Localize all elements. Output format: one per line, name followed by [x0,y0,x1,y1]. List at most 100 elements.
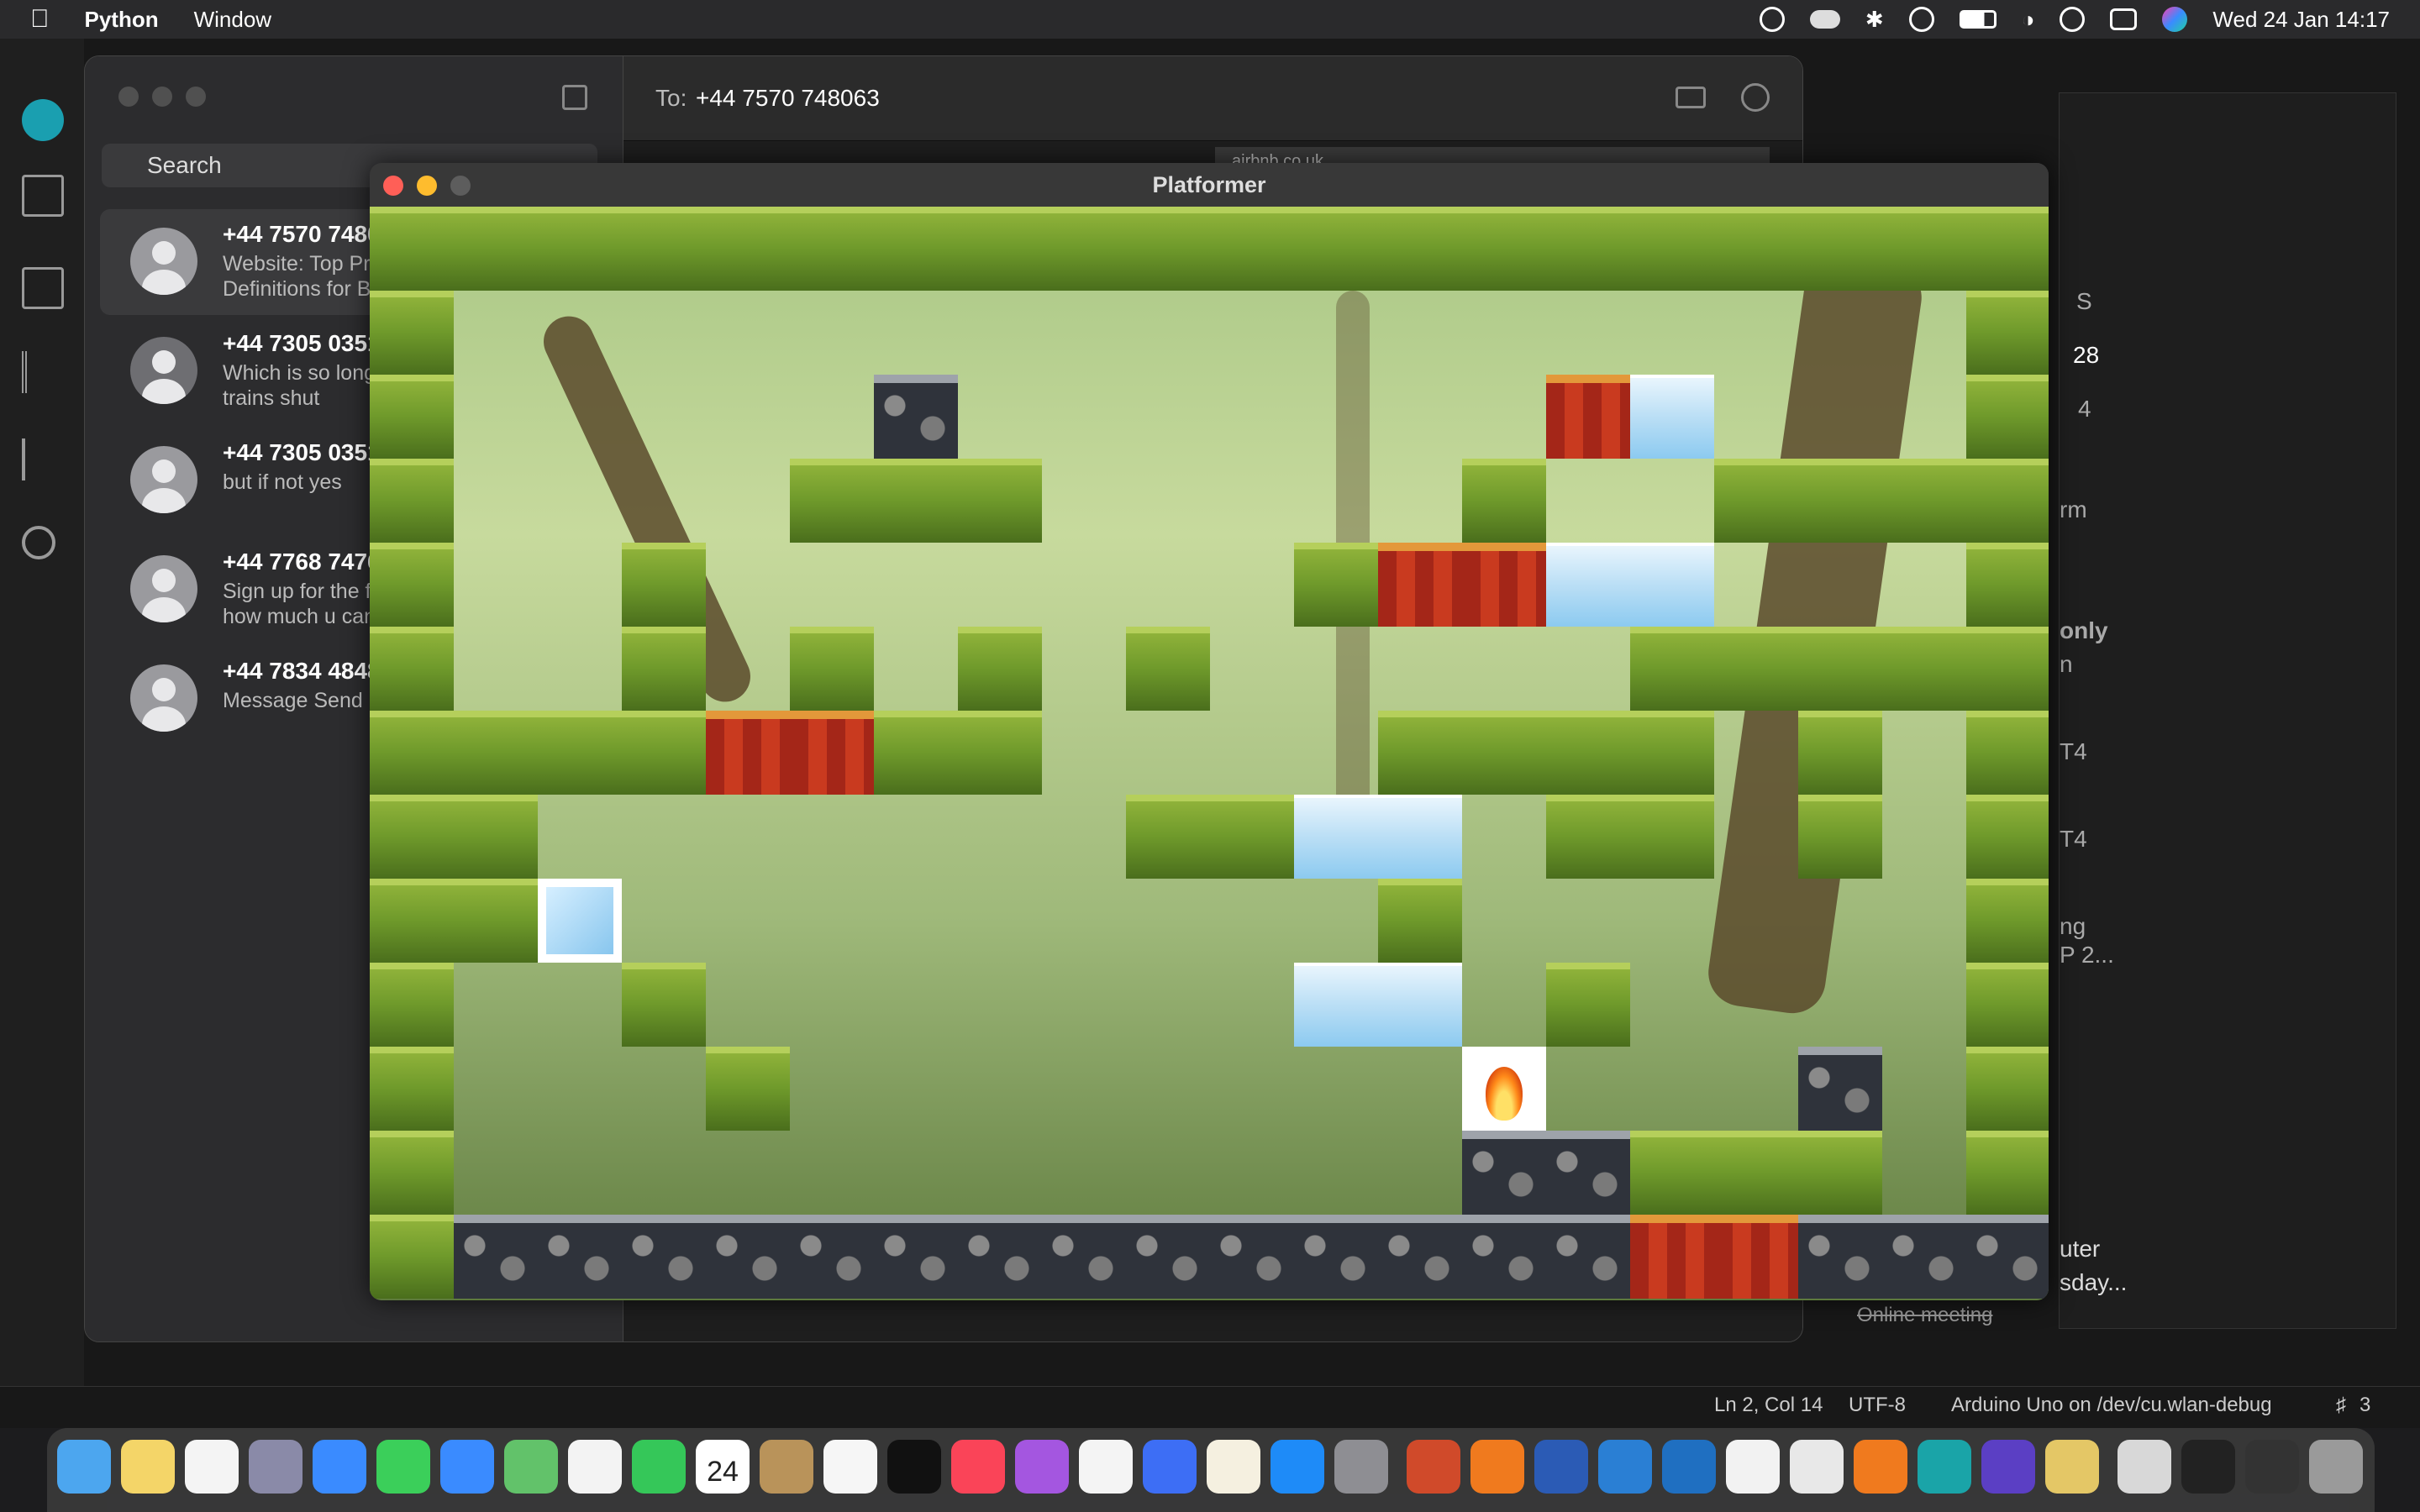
obsidian-icon[interactable] [1981,1440,2035,1494]
outlook-icon[interactable] [1662,1440,1716,1494]
grass-tile [1714,627,1798,711]
apple-icon[interactable]:  [30,5,50,34]
grass-tile [1798,207,1882,291]
explorer-icon[interactable] [22,175,64,217]
grass-tile [1042,207,1126,291]
fusion-360-icon[interactable] [1854,1440,1907,1494]
stone-tile [1462,1131,1546,1215]
grass-tile [1882,627,1966,711]
grass-tile [1546,795,1630,879]
dock: 24 [47,1428,2375,1512]
close-button[interactable] [383,176,403,196]
grass-tile [1210,207,1294,291]
compose-icon[interactable] [562,85,587,110]
zoom-button[interactable] [450,176,471,196]
close-button[interactable] [118,87,139,107]
video-call-icon[interactable] [1676,87,1706,108]
library-icon[interactable] [22,351,64,393]
finder-icon[interactable] [57,1440,111,1494]
info-icon[interactable] [1741,83,1770,112]
news-icon[interactable] [1079,1440,1133,1494]
clock[interactable]: Wed 24 Jan 14:17 [2212,7,2390,33]
search-icon[interactable] [22,526,55,559]
board-selector[interactable]: Arduino Uno on /dev/cu.wlan-debug [1951,1394,2272,1417]
zoom-button[interactable] [186,87,206,107]
minimize-button[interactable] [152,87,172,107]
safari-icon[interactable] [313,1440,366,1494]
window-stack-icon[interactable] [2245,1440,2299,1494]
board-icon[interactable] [22,267,64,309]
play-icon[interactable] [1908,7,1934,32]
checkmark-icon[interactable] [22,99,64,141]
grass-tile [370,711,454,795]
maps-icon[interactable] [504,1440,558,1494]
contacts-icon[interactable] [760,1440,813,1494]
grass-tile [1378,879,1462,963]
system-settings-icon[interactable] [1334,1440,1388,1494]
battery-icon[interactable] [1959,10,1996,29]
grass-tile [1966,543,2049,627]
game-canvas[interactable] [370,207,2049,1300]
app-store-icon[interactable] [1270,1440,1324,1494]
minimize-button[interactable] [417,176,437,196]
ice-tile [1294,963,1378,1047]
spotlight-icon[interactable] [2060,7,2086,32]
chrome-icon[interactable] [1726,1440,1780,1494]
stone-tile [1546,1215,1630,1299]
wifi-icon[interactable]: ◑ [2022,7,2035,33]
screenshot-stack-icon[interactable] [2181,1440,2235,1494]
fusion-360-icon[interactable] [1470,1440,1524,1494]
encoding[interactable]: UTF-8 [1849,1394,1906,1417]
stone-tile [790,1215,874,1299]
cursor-position[interactable]: Ln 2, Col 14 [1714,1394,1823,1417]
trash-icon[interactable] [2309,1440,2363,1494]
textedit-icon[interactable] [1790,1440,1844,1494]
vscode-icon[interactable] [1598,1440,1652,1494]
run-debug-icon[interactable] [22,438,64,480]
avatar [130,228,197,295]
calendar-icon[interactable]: 24 [696,1440,750,1494]
stone-tile [874,375,958,459]
grass-tile [1126,627,1210,711]
photos-icon[interactable] [568,1440,622,1494]
facetime-icon[interactable] [632,1440,686,1494]
freeform-icon[interactable] [185,1440,239,1494]
launchpad-icon[interactable] [249,1440,302,1494]
cloud-icon[interactable] [1809,10,1840,29]
bell-icon[interactable]: ♯ [2336,1394,2346,1417]
grass-tile [1462,711,1546,795]
stone-tile [538,1215,622,1299]
stone-tile [454,1215,538,1299]
event-fragment: n [2060,651,2073,677]
reminders-icon[interactable] [823,1440,877,1494]
pages-icon[interactable] [1207,1440,1260,1494]
documents-folder-icon[interactable] [2118,1440,2171,1494]
grass-tile [454,207,538,291]
mail-icon[interactable] [440,1440,494,1494]
grass-tile [538,711,622,795]
podcasts-icon[interactable] [1015,1440,1069,1494]
keynote-icon[interactable] [1143,1440,1197,1494]
bluetooth-icon[interactable]: ✱ [1865,7,1884,33]
music-icon[interactable] [951,1440,1005,1494]
ice-tile [1630,543,1714,627]
grass-tile [622,627,706,711]
grass-tile [1966,1047,2049,1131]
powerpoint-icon[interactable] [1407,1440,1460,1494]
messages-icon[interactable] [376,1440,430,1494]
python-launcher-icon[interactable] [2045,1440,2099,1494]
notes-icon[interactable] [121,1440,175,1494]
apple-tv-icon[interactable] [887,1440,941,1494]
recipient-field[interactable]: +44 7570 748063 [696,85,880,112]
grass-tile [1294,207,1378,291]
event-fragment: T4 [2060,738,2087,764]
grammarly-icon[interactable] [1759,7,1785,32]
control-center-icon[interactable] [2110,8,2138,30]
grass-tile [1378,711,1462,795]
arduino-icon[interactable] [1918,1440,1971,1494]
siri-icon[interactable] [2162,7,2188,32]
word-icon[interactable] [1534,1440,1588,1494]
app-menu[interactable]: Python [85,7,159,33]
lava-tile [1714,1215,1798,1299]
menu-window[interactable]: Window [194,7,271,33]
